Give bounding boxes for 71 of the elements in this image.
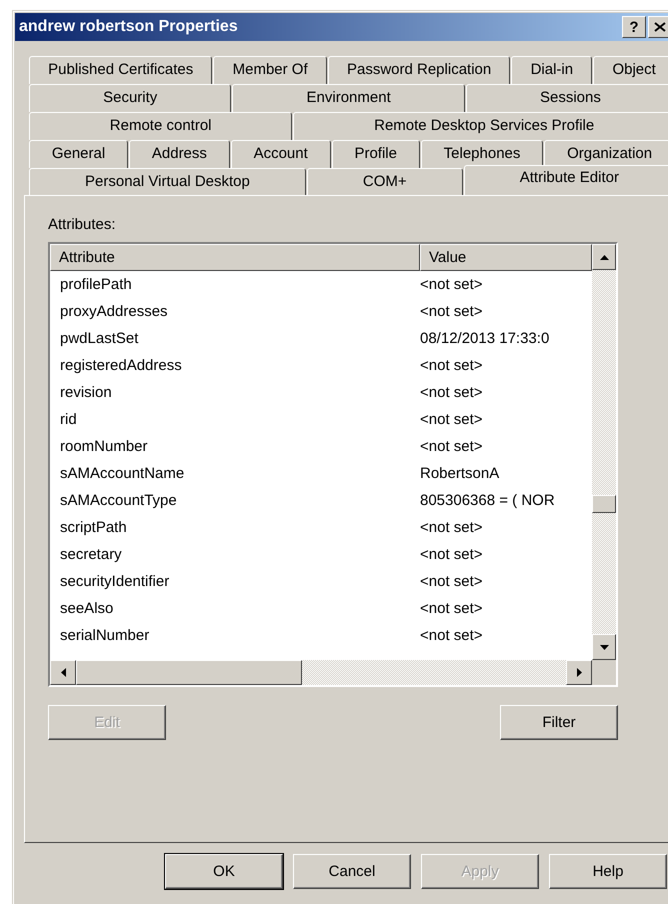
window-title: andrew robertson Properties (19, 18, 239, 36)
attribute-value: <not set> (420, 546, 483, 563)
close-icon (654, 22, 666, 32)
scrollbar-corner (592, 660, 616, 685)
scroll-up-button[interactable] (592, 244, 616, 270)
attribute-value: <not set> (420, 411, 483, 428)
attribute-name: secretary (59, 546, 123, 563)
tab[interactable]: COM+ (306, 168, 463, 196)
scroll-thumb[interactable] (592, 495, 616, 513)
tab[interactable]: Member Of (213, 56, 327, 84)
scroll-left-button[interactable] (50, 660, 76, 685)
tab[interactable]: Dial-in (511, 56, 592, 84)
attribute-name: serialNumber (59, 627, 150, 644)
attribute-value: <not set> (420, 600, 483, 617)
right-arrow-icon (576, 668, 582, 677)
help-button[interactable]: Help (549, 854, 667, 889)
attribute-value: <not set> (420, 303, 483, 320)
vertical-scrollbar[interactable] (592, 244, 616, 660)
attribute-name: revision (59, 384, 113, 401)
tab[interactable]: Attribute Editor (464, 165, 668, 195)
attribute-name: rid (59, 411, 78, 428)
attribute-value: <not set> (420, 519, 483, 536)
scroll-down-button[interactable] (592, 634, 616, 660)
attribute-name: pwdLastSet (59, 330, 140, 347)
list-label: Attributes: (48, 216, 116, 233)
tab[interactable]: Profile (332, 140, 420, 168)
tab[interactable]: Address (129, 140, 230, 168)
attribute-name: scriptPath (59, 519, 128, 536)
help-button[interactable]: ? (622, 16, 646, 38)
attribute-value: <not set> (420, 627, 483, 644)
tab[interactable]: Account (230, 140, 331, 168)
tab[interactable]: Environment (232, 84, 465, 112)
ok-button[interactable]: OK (165, 854, 283, 889)
attribute-name: sAMAccountType (59, 492, 178, 509)
attribute-value: 08/12/2013 17:33:0 (420, 330, 550, 347)
scroll-right-button[interactable] (566, 660, 592, 685)
up-arrow-icon (600, 254, 608, 260)
column-header[interactable]: Value (420, 244, 592, 271)
attribute-name: registeredAddress (59, 357, 183, 374)
tab[interactable]: Remote control (29, 112, 292, 140)
attribute-value: 805306368 = ( NOR (420, 492, 555, 509)
tab[interactable]: Security (29, 84, 232, 112)
tab[interactable]: Published Certificates (29, 56, 212, 84)
attribute-value: <not set> (420, 384, 483, 401)
attribute-name: sAMAccountName (59, 465, 186, 482)
close-button[interactable] (648, 16, 668, 38)
attribute-name: profilePath (59, 276, 133, 293)
attribute-value: RobertsonA (420, 465, 500, 482)
tab[interactable]: Password Replication (328, 56, 510, 84)
tab[interactable]: Sessions (466, 84, 668, 112)
cancel-button[interactable]: Cancel (293, 854, 411, 889)
down-arrow-icon (600, 644, 608, 650)
attribute-value: <not set> (420, 438, 483, 455)
attribute-name: proxyAddresses (59, 303, 169, 320)
scroll-thumb[interactable] (76, 660, 302, 685)
left-arrow-icon (60, 668, 66, 677)
attribute-list[interactable] (48, 242, 618, 687)
attribute-value: <not set> (420, 276, 483, 293)
tab[interactable]: Object (593, 56, 668, 84)
attribute-name: roomNumber (59, 438, 149, 455)
attribute-name: securityIdentifier (59, 573, 170, 590)
tab[interactable]: General (29, 140, 128, 168)
tab[interactable]: Remote Desktop Services Profile (293, 112, 668, 140)
horizontal-scrollbar[interactable] (50, 660, 592, 685)
tab[interactable]: Telephones (420, 140, 544, 168)
attribute-name: seeAlso (59, 600, 114, 617)
attribute-value: <not set> (420, 357, 483, 374)
filter-button[interactable]: Filter (500, 705, 618, 740)
attribute-value: <not set> (420, 573, 483, 590)
column-header[interactable]: Attribute (50, 244, 420, 271)
tab[interactable]: Personal Virtual Desktop (29, 168, 306, 196)
